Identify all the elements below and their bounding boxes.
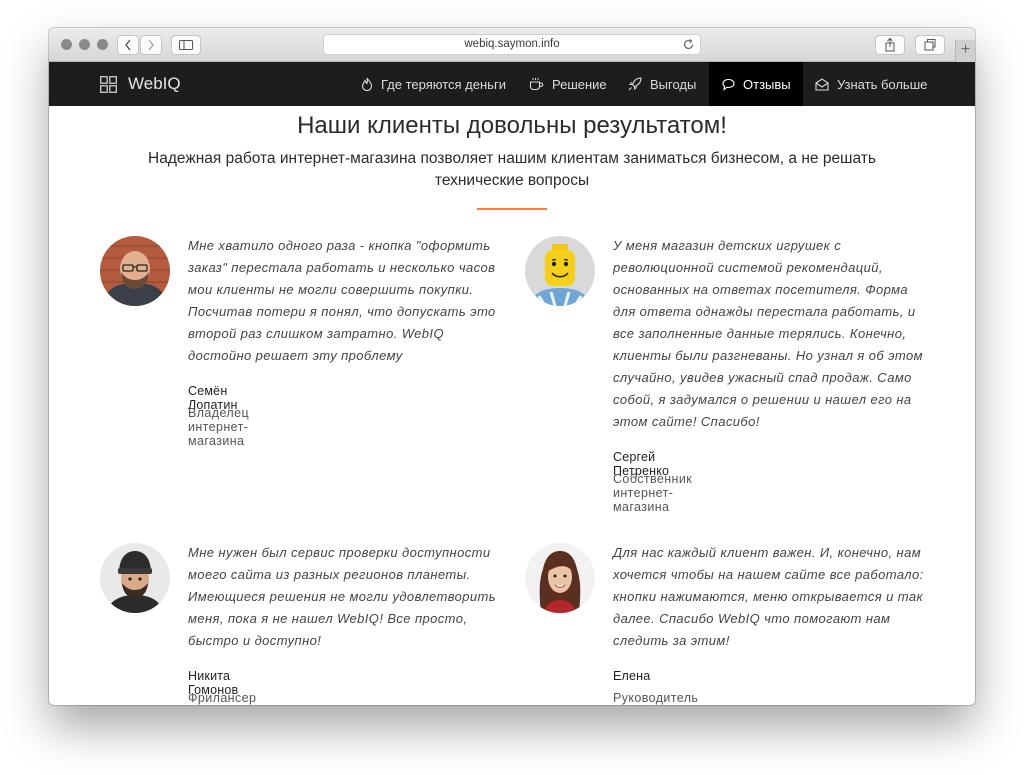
testimonial-quote: У меня магазин детских игрушек с революц… — [613, 238, 923, 429]
zoom-window-button[interactable] — [97, 39, 108, 50]
chevron-right-icon — [148, 39, 154, 51]
grid-logo-icon — [100, 75, 117, 93]
brand-logo[interactable]: WebIQ — [100, 62, 181, 106]
address-bar[interactable]: webiq.saymon.info — [323, 34, 701, 55]
nav-item-label: Отзывы — [743, 76, 791, 92]
nav-item-money-loss[interactable]: Где теряются деньги — [361, 62, 506, 106]
reload-icon[interactable] — [682, 38, 695, 51]
testimonial-role: Руководитель отдела продаж — [613, 691, 699, 705]
nav-item-solution[interactable]: Решение — [529, 62, 607, 106]
testimonial-role: Фрилансер — [188, 691, 257, 705]
coffee-icon — [529, 78, 544, 91]
speech-bubble-icon — [722, 78, 735, 91]
avatar — [525, 543, 595, 613]
sidebar-button[interactable] — [171, 35, 201, 55]
bearded-man-avatar — [100, 236, 170, 306]
tabs-icon — [924, 39, 936, 51]
url-text: webiq.saymon.info — [464, 38, 560, 50]
share-button[interactable] — [875, 35, 905, 55]
rocket-icon — [628, 77, 642, 91]
brand-name: WebIQ — [128, 74, 181, 93]
new-tab-button[interactable]: + — [955, 40, 975, 62]
nav-item-label: Где теряются деньги — [381, 76, 506, 92]
chevron-left-icon — [125, 39, 131, 51]
sidebar-icon — [179, 40, 193, 50]
section-title: Наши клиенты довольны результатом! — [297, 112, 727, 139]
avatar — [100, 236, 170, 306]
testimonial-author: Елена — [613, 669, 651, 683]
testimonial-role: Собственник интернет-магазина — [613, 472, 693, 514]
section-subtitle: Надежная работа интернет-магазина позвол… — [148, 150, 876, 189]
testimonial-quote: Для нас каждый клиент важен. И, конечно,… — [613, 545, 924, 648]
browser-window: webiq.saymon.info + WebIQ Где теряются д… — [49, 28, 975, 705]
testimonial-quote: Мне хватило одного раза - кнопка "оформи… — [188, 238, 496, 363]
browser-toolbar: webiq.saymon.info + — [49, 28, 975, 62]
share-icon — [885, 37, 895, 52]
testimonial-role: Владелец интернет-магазина — [188, 406, 250, 448]
minimize-window-button[interactable] — [79, 39, 90, 50]
nav-item-learn-more[interactable]: Узнать больше — [815, 62, 927, 106]
woman-avatar — [525, 543, 595, 613]
site-navbar: WebIQ Где теряются деньги Решение Выгоды… — [49, 62, 975, 106]
close-window-button[interactable] — [61, 39, 72, 50]
tabs-overview-button[interactable] — [915, 35, 945, 55]
nav-item-label: Решение — [552, 76, 607, 92]
lego-head-avatar — [525, 236, 595, 306]
nav-item-reviews[interactable]: Отзывы — [709, 62, 803, 106]
accent-divider — [477, 208, 547, 210]
nav-item-label: Узнать больше — [837, 76, 928, 92]
beanie-man-avatar — [100, 543, 170, 613]
envelope-icon — [815, 77, 829, 91]
forward-button[interactable] — [140, 35, 162, 55]
testimonial-quote: Мне нужен был сервис проверки доступност… — [188, 545, 497, 648]
back-button[interactable] — [117, 35, 139, 55]
nav-item-benefits[interactable]: Выгоды — [628, 62, 696, 106]
nav-item-label: Выгоды — [650, 76, 697, 92]
fire-icon — [361, 77, 373, 91]
avatar — [100, 543, 170, 613]
avatar — [525, 236, 595, 306]
